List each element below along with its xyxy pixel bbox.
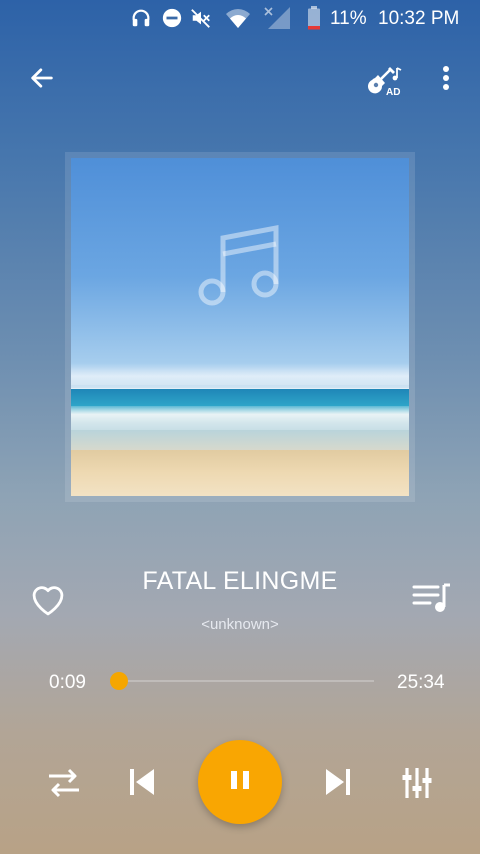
seek-bar-thumb[interactable]	[109, 672, 128, 690]
wet-sand	[71, 430, 409, 452]
more-vertical-icon[interactable]	[430, 60, 462, 96]
skip-next-icon[interactable]	[318, 762, 358, 802]
heart-outline-icon[interactable]	[26, 580, 70, 620]
status-bar: 11% 10:32 PM	[0, 0, 480, 36]
battery-percent: 11%	[330, 8, 367, 29]
song-artist: <unknown>	[201, 616, 279, 633]
playlist-music-icon[interactable]	[410, 578, 454, 618]
seek-bar[interactable]	[109, 672, 374, 690]
play-pause-button[interactable]	[198, 740, 282, 824]
clock: 10:32 PM	[378, 8, 460, 29]
song-title: FATAL ELINGME	[142, 567, 338, 595]
music-note-icon	[195, 222, 287, 314]
battery-low-icon	[304, 6, 324, 30]
top-bar: AD	[0, 52, 480, 108]
headphones-icon	[129, 6, 153, 30]
guitar-ad-icon[interactable]: AD	[362, 58, 406, 100]
skip-previous-icon[interactable]	[122, 762, 162, 802]
equalizer-icon[interactable]	[396, 762, 438, 804]
elapsed-time: 0:09	[49, 672, 86, 693]
album-art	[71, 158, 409, 496]
do-not-disturb-icon	[160, 6, 184, 30]
no-signal-icon	[262, 6, 292, 30]
surf-foam	[71, 406, 409, 430]
arrow-back-icon[interactable]	[24, 60, 60, 96]
pause-icon	[228, 769, 252, 796]
total-time: 25:34	[397, 672, 445, 693]
mute-icon	[189, 6, 213, 30]
ad-badge: AD	[386, 87, 401, 98]
cloud-band	[71, 363, 409, 385]
repeat-icon[interactable]	[42, 762, 86, 804]
sand	[71, 450, 409, 496]
wifi-icon	[224, 6, 252, 30]
